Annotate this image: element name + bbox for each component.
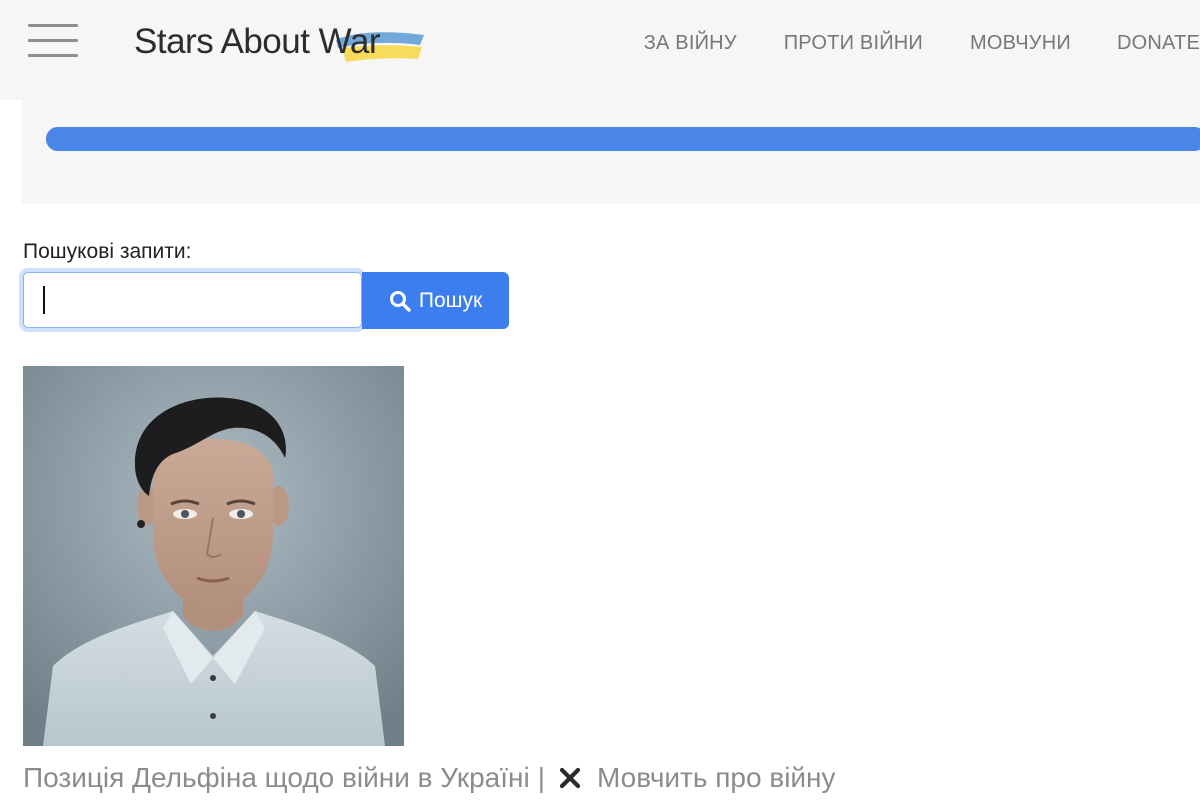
- x-mark-icon: [559, 767, 581, 789]
- nav-item-against-war[interactable]: ПРОТИ ВІЙНИ: [784, 28, 923, 58]
- progress-bar: [46, 127, 1200, 151]
- progress-bar-fill: [46, 127, 1200, 151]
- person-photo-illustration: [23, 366, 404, 746]
- hamburger-menu-icon[interactable]: [28, 22, 80, 60]
- main-nav: ЗА ВІЙНУ ПРОТИ ВІЙНИ МОВЧУНИ DONATE: [644, 28, 1200, 58]
- nav-item-for-war[interactable]: ЗА ВІЙНУ: [644, 28, 737, 58]
- search-button[interactable]: Пошук: [362, 272, 509, 329]
- background-watermark: [420, 340, 800, 670]
- progress-banner: [22, 100, 1200, 204]
- search-icon: [389, 290, 411, 312]
- status-text: Мовчить про війну: [596, 762, 836, 793]
- site-logo[interactable]: Stars About War: [134, 20, 434, 70]
- person-photo[interactable]: [23, 366, 404, 746]
- card-title-link[interactable]: Позиція Дельфіна щодо війни в Україні: [23, 762, 530, 794]
- site-header: Stars About War ЗА ВІЙНУ ПРОТИ ВІЙНИ МОВ…: [0, 0, 1200, 100]
- nav-item-donate[interactable]: DONATE: [1117, 28, 1200, 58]
- text-caret: [43, 286, 45, 314]
- search-input[interactable]: [23, 272, 362, 328]
- search-button-label: Пошук: [418, 288, 483, 312]
- nav-item-silent[interactable]: МОВЧУНИ: [970, 28, 1071, 58]
- card-caption: Позиція Дельфіна щодо війни в Україні | …: [23, 758, 836, 798]
- logo-text: Stars About War: [134, 22, 381, 61]
- caption-separator: |: [537, 762, 545, 793]
- search-label: Пошукові запити:: [23, 240, 192, 263]
